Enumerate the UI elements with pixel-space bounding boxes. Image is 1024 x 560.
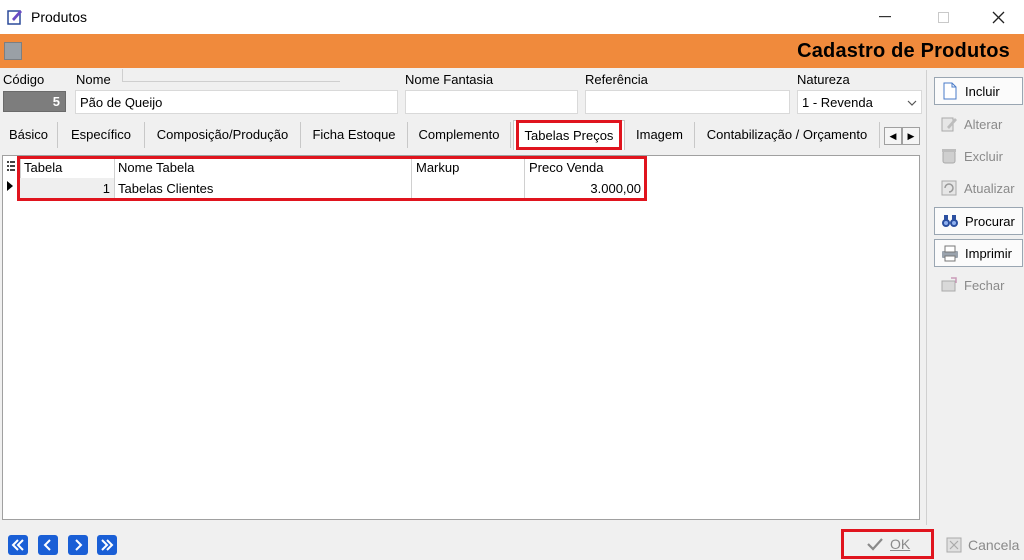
tab-imagem[interactable]: Imagem <box>625 122 695 148</box>
printer-icon <box>942 245 958 262</box>
natureza-value: 1 - Revenda <box>802 95 873 110</box>
app-icon <box>7 10 22 25</box>
cancel-icon <box>946 537 962 553</box>
tab-complemento[interactable]: Complemento <box>408 122 511 148</box>
nome-field[interactable]: Pão de Queijo <box>75 90 398 114</box>
first-record-button[interactable] <box>8 535 28 555</box>
incluir-button[interactable]: Incluir <box>934 77 1023 105</box>
refresh-icon <box>941 180 957 196</box>
alterar-label: Alterar <box>964 116 1003 132</box>
window-titlebar: Produtos <box>0 0 1024 34</box>
tab-especifico[interactable]: Específico <box>58 122 145 148</box>
fechar-button[interactable]: Fechar <box>934 271 1023 299</box>
header-band: Cadastro de Produtos <box>0 34 1024 68</box>
natureza-label: Natureza <box>797 72 850 87</box>
excluir-button[interactable]: Excluir <box>934 142 1023 170</box>
new-document-icon <box>943 82 957 100</box>
maximize-button[interactable] <box>920 0 966 34</box>
incluir-label: Incluir <box>965 83 1000 99</box>
tab-basico[interactable]: Básico <box>0 122 58 148</box>
referencia-field[interactable] <box>585 90 790 114</box>
trash-icon <box>942 149 956 164</box>
ok-highlight-box <box>841 529 934 559</box>
tab-bar: Básico Específico Composição/Produção Fi… <box>0 120 926 150</box>
excluir-label: Excluir <box>964 148 1004 164</box>
maximize-icon <box>937 11 949 23</box>
next-record-button[interactable] <box>68 535 88 555</box>
double-chevron-right-icon <box>101 539 114 551</box>
procurar-button[interactable]: Procurar <box>934 207 1023 235</box>
window-title: Produtos <box>31 9 88 25</box>
edit-pencil-icon <box>941 117 957 132</box>
procurar-label: Procurar <box>965 213 1015 229</box>
page-title: Cadastro de Produtos <box>797 40 1010 62</box>
close-door-icon <box>941 277 957 292</box>
double-chevron-left-icon <box>11 539 24 551</box>
tab-contabilizacao-orcamento[interactable]: Contabilização / Orçamento <box>695 122 880 148</box>
tab-highlight-box <box>516 120 622 150</box>
nome-fantasia-label: Nome Fantasia <box>405 72 494 87</box>
tab-composicao-producao[interactable]: Composição/Produção <box>145 122 301 148</box>
binoculars-icon <box>942 215 958 227</box>
atualizar-label: Atualizar <box>964 180 1015 196</box>
nome-fantasia-field[interactable] <box>405 90 578 114</box>
atualizar-button[interactable]: Atualizar <box>934 174 1023 202</box>
alterar-button[interactable]: Alterar <box>934 110 1023 138</box>
natureza-select[interactable]: 1 - Revenda <box>797 90 922 114</box>
price-table-grid[interactable]: Tabela Nome Tabela Markup Preco Venda 1 … <box>2 155 920 520</box>
codigo-field[interactable]: 5 <box>3 91 66 112</box>
minimize-icon <box>879 16 891 18</box>
chevron-left-icon <box>43 539 51 551</box>
tab-ficha-estoque[interactable]: Ficha Estoque <box>301 122 408 148</box>
tab-scroll-left-button[interactable]: ◀ <box>884 127 902 145</box>
chevron-right-icon <box>75 539 83 551</box>
product-icon <box>4 42 22 60</box>
close-button[interactable] <box>975 0 1021 34</box>
fechar-label: Fechar <box>964 277 1005 293</box>
chevron-down-icon <box>907 100 917 106</box>
cancela-button[interactable]: Cancela <box>946 533 1022 557</box>
previous-record-button[interactable] <box>38 535 58 555</box>
codigo-label: Código <box>3 72 45 87</box>
imprimir-button[interactable]: Imprimir <box>934 239 1023 267</box>
nome-field-border <box>122 69 340 82</box>
close-icon <box>992 11 1004 23</box>
grid-highlight-box <box>17 156 647 201</box>
nome-label: Nome <box>76 72 111 87</box>
imprimir-label: Imprimir <box>965 245 1012 261</box>
last-record-button[interactable] <box>97 535 117 555</box>
referencia-label: Referência <box>585 72 648 87</box>
minimize-button[interactable] <box>862 0 908 34</box>
cancela-label: Cancela <box>968 537 1020 553</box>
tab-scroll-right-button[interactable]: ▶ <box>902 127 920 145</box>
